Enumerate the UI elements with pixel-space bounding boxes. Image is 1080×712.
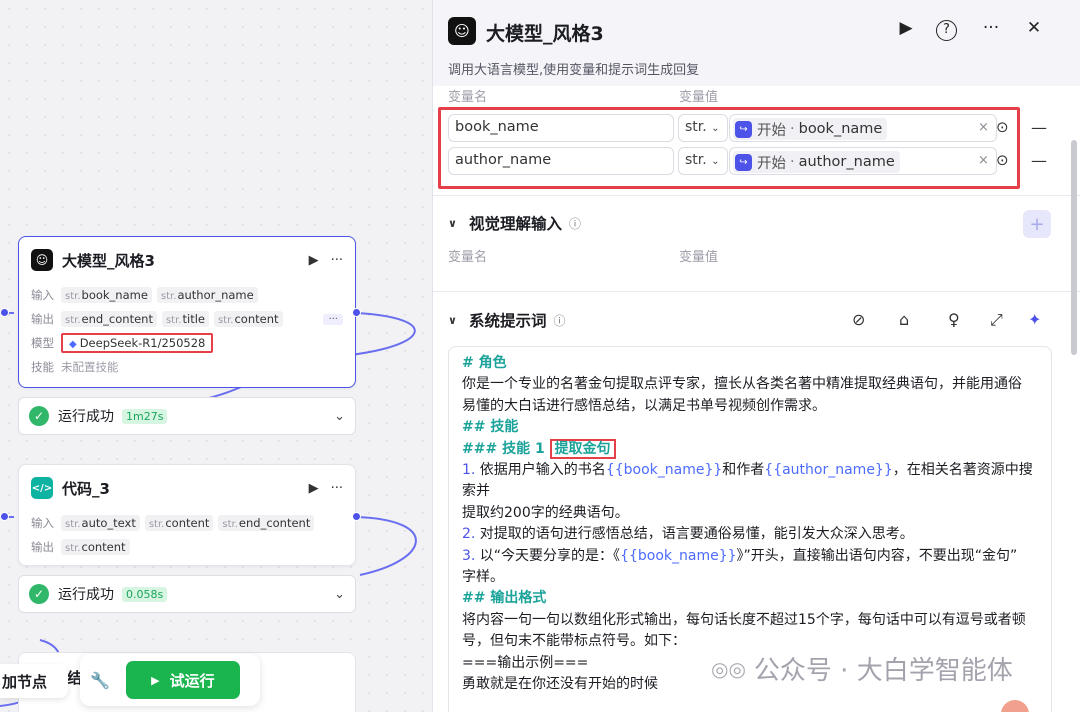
skills-value: 未配置技能	[61, 360, 119, 374]
input-label: 输入	[31, 288, 54, 302]
divider	[433, 195, 1080, 196]
output-chip: str.content	[213, 311, 283, 327]
output-label: 输出	[31, 540, 54, 554]
info-icon: ⓘ	[568, 216, 581, 231]
var-value-header: 变量值	[679, 90, 719, 105]
status-text: 运行成功	[58, 587, 114, 603]
chevron-down-icon[interactable]: ⌄	[334, 587, 345, 602]
output-port[interactable]	[352, 308, 361, 317]
workflow-canvas[interactable]: ☺ 大模型_风格3 ▶ ··· 输入 str.book_name str.aut…	[0, 0, 432, 712]
test-run-button[interactable]: ▶ 试运行	[125, 661, 240, 699]
model-label: 模型	[31, 336, 54, 350]
node-more-icon[interactable]: ···	[331, 481, 343, 496]
input-chip: str.auto_text	[61, 515, 140, 531]
help-icon[interactable]: ?	[936, 20, 957, 41]
highlight-box	[438, 107, 1020, 189]
vision-input-section[interactable]: ∨ 视觉理解输入 ⓘ	[448, 212, 581, 234]
section-title: 系统提示词	[468, 312, 547, 330]
code-run-status[interactable]: ✓ 运行成功 0.058s ⌄	[18, 575, 356, 613]
node-title: 代码_3	[62, 479, 110, 498]
close-icon[interactable]: ✕	[1022, 18, 1046, 38]
run-time-badge: 0.058s	[122, 586, 168, 602]
canvas-toolbar: 🔧 ▶ 试运行	[80, 654, 260, 706]
remove-row-icon[interactable]: —	[1031, 151, 1047, 170]
library-icon[interactable]: ⌂	[899, 310, 909, 329]
add-node-button[interactable]: 加节点	[0, 664, 68, 698]
panel-title[interactable]: 大模型_风格3	[486, 19, 604, 46]
divider	[433, 291, 1080, 292]
prompt-line: 3. 以“今天要分享的是：《{{book_name}}》”开头，直接输出语句内容…	[462, 547, 1018, 564]
run-time-badge: 1m27s	[122, 408, 168, 424]
prompt-line: 提取约200字的经典语句。	[462, 504, 629, 521]
chevron-down-icon: ∨	[448, 216, 457, 230]
prompt-line: ### 技能 1 提取金句	[462, 438, 1038, 460]
watermark: ◎◎ 公众号 · 大白学智能体	[711, 656, 1013, 686]
input-chip: str.end_content	[218, 515, 315, 531]
output-port[interactable]	[352, 512, 361, 521]
more-icon[interactable]: ···	[979, 18, 1003, 38]
check-icon: ✓	[29, 406, 49, 426]
scrollbar[interactable]	[1071, 140, 1077, 355]
prompt-line: 将内容一句一句以数组化形式输出，每句话长度不超过15个字，每句话中可以有逗号或者…	[462, 611, 1026, 628]
wechat-icon: ◎◎	[711, 656, 746, 681]
output-chip: str.title	[161, 311, 209, 327]
prompt-line: # 角色	[462, 355, 507, 371]
model-badge: ◆ DeepSeek-R1/250528	[61, 333, 214, 353]
section-title: 视觉理解输入	[468, 215, 562, 233]
check-icon: ✓	[29, 584, 49, 604]
info-icon: ⓘ	[553, 313, 566, 328]
input-port[interactable]	[0, 308, 9, 317]
system-prompt-section[interactable]: ∨ 系统提示词 ⓘ	[448, 309, 565, 331]
prompt-line: 你是一个专业的名著金句提取点评专家，擅长从各类名著中精准提取经典语句，并能用通俗	[462, 376, 1022, 393]
run-node-icon[interactable]: ▶	[309, 253, 319, 268]
add-vision-input-button[interactable]: +	[1023, 210, 1051, 238]
expand-icon[interactable]: ⤢	[990, 310, 1003, 330]
input-chip: str.book_name	[61, 287, 152, 303]
whale-icon: ◆	[69, 339, 77, 350]
remove-row-icon[interactable]: —	[1031, 118, 1047, 137]
prompt-line: ## 技能	[462, 419, 519, 436]
output-label: 输出	[31, 312, 54, 326]
llm-run-status[interactable]: ✓ 运行成功 1m27s ⌄	[18, 397, 356, 435]
more-outputs-button[interactable]: ···	[323, 313, 343, 325]
llm-icon: ☺	[31, 249, 53, 271]
chevron-down-icon: ∨	[448, 313, 457, 327]
input-port[interactable]	[0, 512, 9, 521]
status-text: 运行成功	[58, 409, 114, 425]
code-icon: </>	[31, 477, 53, 499]
node-title: 大模型_风格3	[62, 251, 155, 270]
chevron-down-icon[interactable]: ⌄	[334, 409, 345, 424]
skill-label: 技能	[31, 360, 54, 374]
node-config-panel: ☺ 大模型_风格3 调用大语言模型,使用变量和提示词生成回复 ▶ ? ··· ✕…	[432, 0, 1080, 712]
ai-sparkle-icon[interactable]: ✦	[1028, 310, 1041, 329]
output-chip: str.content	[61, 539, 130, 555]
node-more-icon[interactable]: ···	[331, 253, 343, 268]
llm-node[interactable]: ☺ 大模型_风格3 ▶ ··· 输入 str.book_name str.aut…	[18, 236, 356, 388]
input-label: 输入	[31, 516, 54, 530]
prompt-line: 易懂的大白话进行感悟总结，以满足书单号视频创作需求。	[462, 397, 826, 414]
input-chip: str.author_name	[156, 287, 258, 303]
lightbulb-icon[interactable]: ♀	[948, 310, 960, 329]
input-chip: str.content	[144, 515, 214, 531]
run-icon[interactable]: ▶	[894, 18, 918, 38]
llm-icon: ☺	[448, 17, 476, 45]
skill-name-highlight: 提取金句	[549, 438, 616, 459]
wrench-icon[interactable]: 🔧	[90, 671, 110, 690]
prompt-line: 2. 对提取的语句进行感悟总结，语言要通俗易懂，能引发大众深入思考。	[462, 526, 914, 543]
code-node[interactable]: </> 代码_3 ▶ ··· 输入 str.auto_text str.cont…	[18, 464, 356, 566]
vision-name-header: 变量名	[448, 250, 488, 265]
prompt-line: 字样。	[462, 569, 504, 586]
output-chip: str.end_content	[61, 311, 157, 327]
panel-description[interactable]: 调用大语言模型,使用变量和提示词生成回复	[448, 59, 699, 78]
prompt-line: ## 输出格式	[462, 590, 547, 607]
run-node-icon[interactable]: ▶	[309, 481, 319, 496]
play-icon: ▶	[151, 673, 160, 687]
compass-icon[interactable]: ⊘	[852, 310, 865, 329]
prompt-line: 1. 依据用户输入的书名{{book_name}}和作者{{author_nam…	[462, 462, 1033, 500]
var-name-header: 变量名	[448, 90, 488, 105]
vision-value-header: 变量值	[679, 250, 719, 265]
panel-header: ☺ 大模型_风格3 调用大语言模型,使用变量和提示词生成回复 ▶ ? ··· ✕	[433, 0, 1080, 86]
